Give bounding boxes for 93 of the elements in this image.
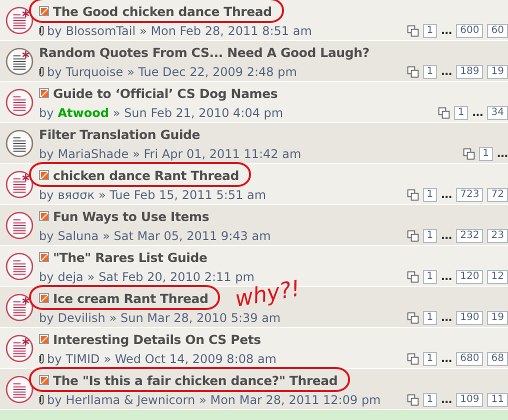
page-link[interactable]: 19 — [487, 64, 508, 78]
new-post-icon[interactable] — [39, 6, 49, 16]
ellipsis: … — [441, 393, 452, 406]
byline-prefix: by — [39, 228, 54, 242]
page-link[interactable]: 189 — [456, 64, 484, 78]
byline-prefix: by — [39, 188, 54, 202]
topic-title[interactable]: Filter Translation Guide — [39, 127, 200, 142]
topic-title[interactable]: Fun Ways to Use Items — [53, 209, 210, 224]
new-post-icon[interactable] — [39, 374, 49, 384]
topic-title[interactable]: "The" Rares List Guide — [53, 250, 208, 265]
topic-title[interactable]: Interesting Details On CS Pets — [53, 332, 261, 347]
page-link[interactable]: 60 — [487, 24, 508, 38]
ellipsis: … — [441, 24, 452, 37]
pages-icon — [462, 148, 475, 160]
post-date: » Sat Mar 05, 2011 9:43 am — [102, 228, 271, 242]
post-date: » Fri Apr 01, 2011 11:42 am — [132, 146, 302, 160]
ellipsis: … — [441, 352, 452, 365]
page-link[interactable]: 23 — [487, 228, 508, 242]
topic-title[interactable]: Ice cream Rant Thread — [53, 291, 208, 306]
page-link[interactable]: 19 — [487, 310, 508, 324]
pages-icon — [406, 66, 419, 78]
page-link[interactable]: 600 — [456, 24, 484, 38]
page-link[interactable]: 11 — [487, 392, 508, 406]
page-link[interactable]: 1 — [422, 270, 438, 284]
page-link[interactable]: 1 — [422, 352, 438, 366]
page-link[interactable]: 12 — [487, 270, 508, 284]
byline-prefix: by — [39, 310, 54, 324]
author-link[interactable]: TIMID — [66, 352, 100, 366]
page-link[interactable]: 1 — [422, 392, 438, 406]
pages-icon — [406, 394, 419, 406]
author-link[interactable]: BlossomTail — [66, 24, 136, 38]
pages-icon — [406, 312, 419, 324]
page-link[interactable]: 232 — [456, 228, 484, 242]
pages-icon — [406, 188, 419, 200]
topic-title[interactable]: Guide to ‘Official’ CS Dog Names — [53, 86, 278, 101]
byline-prefix: by — [47, 392, 62, 406]
page-link[interactable]: 1 — [454, 106, 468, 120]
topic-title[interactable]: The "Is this a fair chicken dance?" Thread — [53, 373, 338, 388]
page-link[interactable]: 1 — [422, 188, 438, 202]
pages-icon — [406, 352, 419, 364]
pages-icon — [406, 230, 419, 242]
post-date: » Tue Feb 15, 2011 5:51 am — [98, 188, 266, 202]
page-link[interactable]: 190 — [456, 310, 484, 324]
ellipsis: … — [441, 270, 452, 283]
author-link[interactable]: deja — [58, 270, 84, 284]
pages-icon — [406, 270, 419, 282]
post-date: » Sun Mar 28, 2010 5:39 am — [109, 310, 281, 324]
new-post-icon[interactable] — [39, 334, 49, 344]
topic-title[interactable]: chicken dance Rant Thread — [53, 168, 239, 183]
topic-title[interactable]: The Good chicken dance Thread — [53, 4, 272, 19]
page-link[interactable]: 1 — [422, 64, 438, 78]
byline-prefix: by — [47, 24, 62, 38]
new-post-icon[interactable] — [39, 88, 49, 98]
byline-prefix: by — [39, 106, 54, 120]
ellipsis: … — [441, 188, 452, 201]
page-link[interactable]: 680 — [456, 352, 484, 366]
post-date: » Mon Feb 28, 2011 8:51 am — [140, 24, 312, 38]
ellipsis: … — [472, 106, 484, 119]
page-link[interactable]: 1 — [478, 146, 493, 160]
page-link[interactable]: 723 — [456, 188, 484, 202]
pages-icon — [438, 106, 450, 118]
ellipsis: … — [441, 311, 452, 324]
new-post-icon[interactable] — [39, 252, 49, 262]
new-post-icon[interactable] — [39, 292, 49, 302]
page-link[interactable]: 1 — [422, 228, 438, 242]
page-link[interactable]: 1 — [422, 310, 438, 324]
author-link[interactable]: Turquoise — [66, 64, 124, 78]
author-link[interactable]: Herllama & Jewnicorn — [66, 392, 196, 406]
ellipsis: … — [441, 229, 452, 242]
post-date: » Sun Feb 21, 2010 4:04 pm — [112, 106, 284, 120]
page-link[interactable]: 109 — [456, 392, 484, 406]
page-link[interactable]: 68 — [487, 352, 508, 366]
byline-prefix: by — [39, 146, 54, 160]
pages-icon — [406, 24, 419, 36]
byline-prefix: by — [47, 64, 62, 78]
author-link[interactable]: вяσσк — [58, 188, 94, 202]
byline-prefix: by — [39, 270, 54, 284]
topic-title[interactable]: Random Quotes From CS... Need A Good Laugh? — [39, 45, 370, 60]
new-post-icon[interactable] — [39, 170, 49, 180]
post-date: » Wed Oct 14, 2009 8:08 am — [104, 352, 276, 366]
page-link[interactable]: 120 — [456, 270, 484, 284]
byline-prefix: by — [47, 352, 62, 366]
ellipsis: … — [441, 65, 452, 78]
new-post-icon[interactable] — [39, 210, 49, 220]
author-link[interactable]: MariaShade — [58, 146, 129, 160]
author-link[interactable]: Saluna — [58, 228, 99, 242]
page-link[interactable]: 72 — [487, 188, 508, 202]
post-date: » Mon Mar 28, 2011 12:09 pm — [199, 392, 381, 406]
post-date: » Tue Dec 22, 2009 2:48 pm — [127, 64, 297, 78]
ellipsis: … — [497, 147, 508, 160]
page-link[interactable]: 1 — [422, 24, 438, 38]
author-link[interactable]: Devilish — [58, 310, 106, 324]
page-link[interactable]: 34 — [487, 106, 508, 120]
